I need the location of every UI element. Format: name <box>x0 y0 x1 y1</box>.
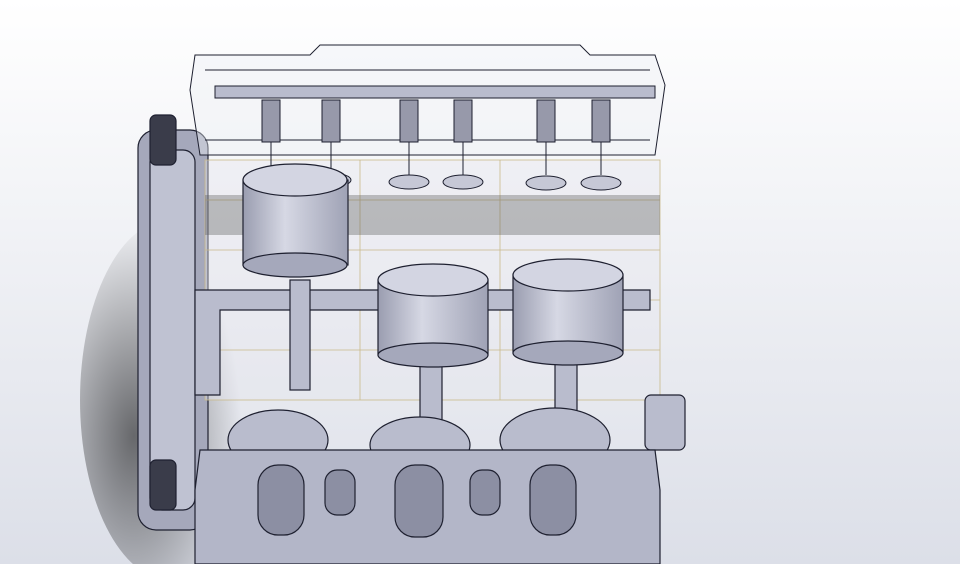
camshaft <box>214 85 656 99</box>
cad-viewport[interactable] <box>0 0 960 564</box>
piston-3 <box>512 258 624 366</box>
piston-1 <box>242 163 349 278</box>
sprocket-top <box>149 114 177 166</box>
sprocket-bottom <box>149 459 177 511</box>
lower-crankcase <box>194 449 661 564</box>
piston-2 <box>377 263 489 368</box>
